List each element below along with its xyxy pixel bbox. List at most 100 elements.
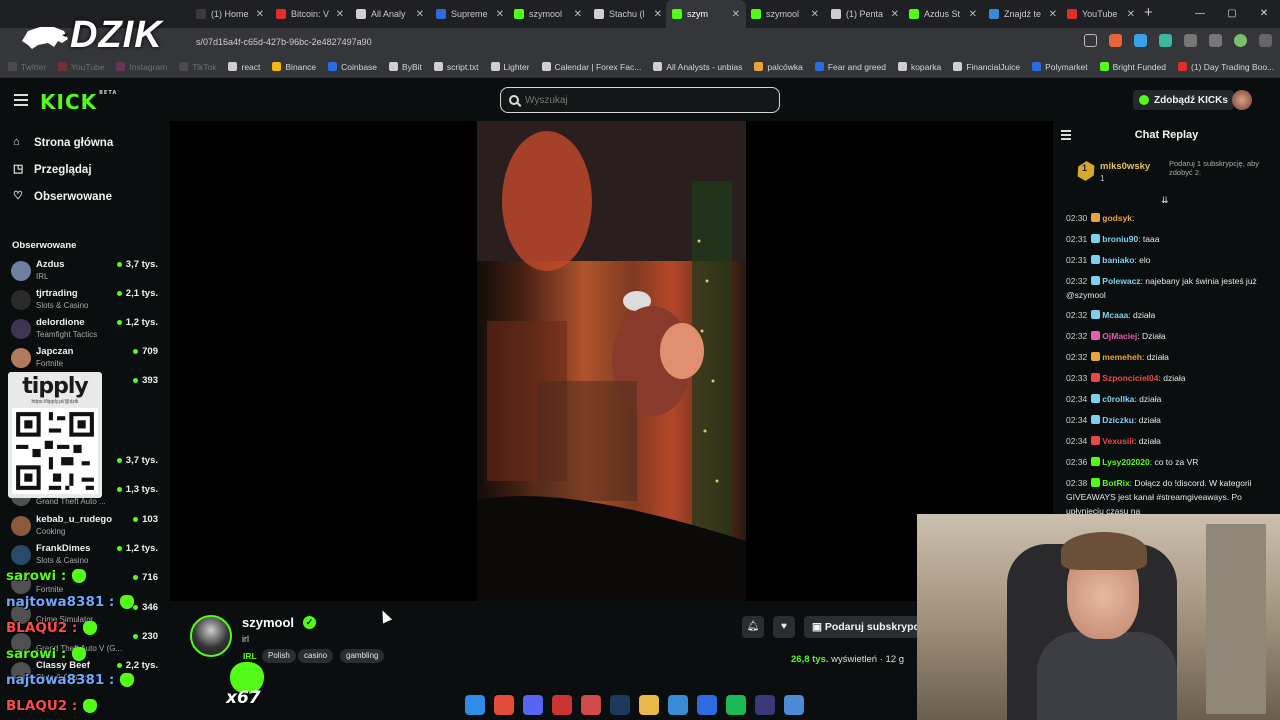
tab-close-icon[interactable]: ✕ xyxy=(1049,9,1057,20)
leaderboard-user[interactable]: miks0wsky xyxy=(1100,161,1150,172)
followed-channel[interactable]: tjrtrading Slots & Casino 2,1 tys. xyxy=(0,286,170,315)
followed-channel[interactable]: Azdus IRL 3,7 tys. xyxy=(0,257,170,286)
app-blue-icon[interactable] xyxy=(697,694,717,715)
tab-close-icon[interactable]: ✕ xyxy=(256,9,264,20)
maximize-button[interactable]: ▢ xyxy=(1216,0,1248,28)
discord-icon[interactable] xyxy=(523,694,543,715)
gift-subscription-button[interactable]: ▣ Podaruj subskrypcję xyxy=(804,616,919,638)
spotify-icon[interactable] xyxy=(726,694,746,715)
streamer-avatar[interactable] xyxy=(190,615,232,657)
livestream-video[interactable] xyxy=(477,121,746,601)
browser-tab[interactable]: Supreme ✕ xyxy=(430,0,510,28)
followed-channel[interactable]: FrankDimes Slots & Casino 1,2 tys. xyxy=(0,541,170,570)
browser-tab[interactable]: Azdus St ✕ xyxy=(903,0,983,28)
bookmark-item[interactable]: Instagram xyxy=(116,62,167,72)
collapse-chat-icon[interactable] xyxy=(1061,130,1073,140)
browser-tab[interactable]: szymool ✕ xyxy=(508,0,588,28)
browser-tab[interactable]: Stachu (l ✕ xyxy=(588,0,668,28)
chat-username[interactable]: OjMaciej xyxy=(1102,331,1137,341)
bookmark-item[interactable]: Lighter xyxy=(490,62,530,72)
follow-heart-button[interactable]: ♥ xyxy=(773,616,795,638)
tab-close-icon[interactable]: ✕ xyxy=(416,9,424,20)
tab-close-icon[interactable]: ✕ xyxy=(732,9,740,20)
menu-hamburger-icon[interactable] xyxy=(14,94,28,106)
c-app-icon[interactable] xyxy=(668,694,688,715)
browser-tab[interactable]: szym ✕ xyxy=(666,0,746,28)
stream-tag[interactable]: casino xyxy=(298,649,334,663)
extension-icon[interactable] xyxy=(1159,34,1172,47)
search-input[interactable] xyxy=(525,94,755,106)
chat-username[interactable]: broniu90 xyxy=(1102,234,1138,244)
bookmark-item[interactable]: Bright Funded xyxy=(1099,62,1166,72)
browser-tab[interactable]: YouTube ✕ xyxy=(1061,0,1141,28)
chat-username[interactable]: Dziczku xyxy=(1102,415,1134,425)
bookmark-item[interactable]: FinancialJuice xyxy=(953,62,1020,72)
app-dark-icon[interactable] xyxy=(755,694,775,715)
app-red-icon[interactable] xyxy=(552,694,572,715)
extensions-puzzle-icon[interactable] xyxy=(1184,34,1197,47)
windows-start-icon[interactable] xyxy=(465,694,485,715)
extension-icon[interactable] xyxy=(1134,34,1147,47)
chat-username[interactable]: c0rollka xyxy=(1102,394,1134,404)
browser-tab[interactable]: Znajdź te ✕ xyxy=(983,0,1063,28)
bookmark-item[interactable]: YouTube xyxy=(58,62,104,72)
kick-logo[interactable]: KICK BETA xyxy=(40,90,117,114)
sidebar-item-following[interactable]: ♡ Obserwowane xyxy=(0,183,170,210)
followed-channel[interactable]: kebab_u_rudego Cooking 103 xyxy=(0,512,170,541)
chat-scroll-indicator[interactable]: ⇊ xyxy=(1161,195,1169,206)
user-avatar[interactable] xyxy=(1232,90,1252,110)
chat-username[interactable]: Szponciciel04 xyxy=(1102,373,1158,383)
bookmark-item[interactable]: palcówka xyxy=(754,62,803,72)
steam-icon[interactable] xyxy=(610,694,630,715)
bookmark-item[interactable]: react xyxy=(228,62,260,72)
bookmark-item[interactable]: Polymarket xyxy=(1032,62,1088,72)
followed-channel[interactable]: delordione Teamfight Tactics 1,2 tys. xyxy=(0,315,170,344)
bookmark-star-icon[interactable] xyxy=(1084,34,1097,47)
extension-icon[interactable] xyxy=(1109,34,1122,47)
browser-tab[interactable]: Bitcoin: V ✕ xyxy=(270,0,350,28)
chat-username[interactable]: memeheh xyxy=(1102,352,1142,362)
streamer-name[interactable]: szymool xyxy=(242,615,294,630)
close-window-button[interactable]: ✕ xyxy=(1248,0,1280,28)
bookmark-item[interactable]: Calendar | Forex Fac... xyxy=(541,62,641,72)
sidebar-item-home[interactable]: ⌂ Strona główna xyxy=(0,129,170,156)
folder-icon[interactable] xyxy=(639,694,659,715)
notifications-bell-button[interactable]: 🔔︎ xyxy=(742,616,764,638)
tab-close-icon[interactable]: ✕ xyxy=(969,9,977,20)
new-tab-button[interactable]: + xyxy=(1134,4,1163,21)
sidebar-item-browse[interactable]: ◳ Przeglądaj xyxy=(0,156,170,183)
stream-tag[interactable]: gambling xyxy=(340,649,385,663)
stream-category-link[interactable]: IRL xyxy=(243,651,257,661)
browser-tab[interactable]: (1) Home ✕ xyxy=(190,0,270,28)
browser-tab[interactable]: (1) Penta ✕ xyxy=(825,0,905,28)
url-field[interactable]: s/07d16a4f-c65d-427b-96bc-2e4827497a90 xyxy=(196,33,372,51)
browser-tab[interactable]: szymool ✕ xyxy=(745,0,825,28)
bookmark-item[interactable]: script.txt xyxy=(433,62,479,72)
app-round-icon[interactable] xyxy=(581,694,601,715)
tab-search-icon[interactable] xyxy=(1209,34,1222,47)
chat-username[interactable]: Polewacz xyxy=(1102,276,1140,286)
browser-tab[interactable]: All Analy ✕ xyxy=(350,0,430,28)
chrome-icon[interactable] xyxy=(494,694,514,715)
chat-username[interactable]: Lysy202020 xyxy=(1102,457,1149,467)
tab-close-icon[interactable]: ✕ xyxy=(496,9,504,20)
bookmark-item[interactable]: ByBit xyxy=(389,62,422,72)
menu-dots-icon[interactable] xyxy=(1259,34,1272,47)
followed-channel[interactable]: Japczan Fortnite 709 xyxy=(0,344,170,373)
get-kicks-button[interactable]: Zdobądź KICKs xyxy=(1133,90,1234,110)
bookmark-item[interactable]: (1) Day Trading Boo... xyxy=(1178,62,1274,72)
bookmark-item[interactable]: koparka xyxy=(897,62,941,72)
notepad-icon[interactable] xyxy=(784,694,804,715)
minimize-button[interactable]: — xyxy=(1184,0,1216,28)
tab-close-icon[interactable]: ✕ xyxy=(336,9,344,20)
bookmark-item[interactable]: All Analysts - unbias xyxy=(653,62,742,72)
bookmark-item[interactable]: Twitter xyxy=(8,62,46,72)
stream-tag[interactable]: Polish xyxy=(262,649,296,663)
chat-username[interactable]: godsyk xyxy=(1102,213,1132,223)
bookmark-item[interactable]: TikTok xyxy=(179,62,216,72)
profile-avatar-icon[interactable] xyxy=(1234,34,1247,47)
tab-close-icon[interactable]: ✕ xyxy=(654,9,662,20)
search-box[interactable] xyxy=(500,87,780,113)
chat-username[interactable]: Mcaaa xyxy=(1102,310,1128,320)
gift-sub-prompt[interactable]: Podaruj 1 subskrypcję, aby zdobyć 2. xyxy=(1169,159,1269,177)
